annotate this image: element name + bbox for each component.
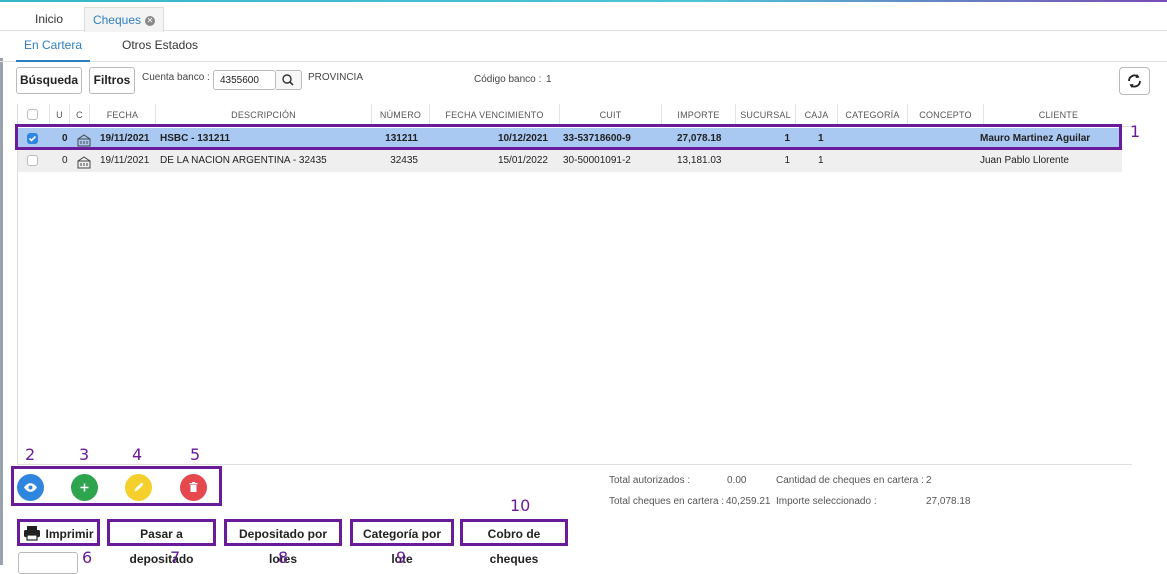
top-accent-line: [0, 0, 1167, 2]
cuenta-banco-input[interactable]: 4355600: [213, 70, 276, 90]
cuenta-banco-label: Cuenta banco :: [142, 72, 210, 83]
plus-icon: [80, 483, 89, 492]
cell-fecha: 19/11/2021: [100, 155, 150, 166]
col-fecha-vencimiento[interactable]: FECHA VENCIMIENTO: [430, 104, 560, 126]
total-cartera-value: 40,259.21: [726, 496, 771, 507]
annotation-box-1: [15, 124, 1122, 150]
trash-icon: [189, 482, 198, 492]
codigo-banco-label: Código banco :: [474, 74, 542, 85]
col-u[interactable]: U: [50, 104, 70, 126]
cell-cuit: 30-50001091-2: [563, 155, 631, 166]
annotation-number-9: 9: [396, 548, 407, 567]
eye-icon: [24, 483, 37, 492]
annotation-number-6: 6: [82, 548, 93, 567]
imprimir-button[interactable]: Imprimir: [17, 519, 100, 546]
view-button[interactable]: [17, 474, 44, 501]
cantidad-cheques-value: 2: [926, 475, 932, 486]
importe-seleccionado-value: 27,078.18: [926, 496, 971, 507]
annotation-number-2: 2: [25, 445, 36, 464]
categoria-por-lote-button[interactable]: Categoría por lote: [350, 519, 454, 566]
cell-vencimiento: 15/01/2022: [497, 155, 548, 166]
col-fecha[interactable]: FECHA: [90, 104, 156, 126]
col-numero[interactable]: NÚMERO: [372, 104, 430, 126]
col-importe[interactable]: IMPORTE: [662, 104, 736, 126]
partial-button[interactable]: [18, 552, 78, 574]
annotation-number-1: 1: [1130, 122, 1141, 141]
table-row[interactable]: 0 19/11/2021 DE LA NACION ARGENTINA - 32…: [18, 150, 1122, 172]
search-icon: [282, 74, 294, 86]
annotation-number-10: 10: [510, 496, 531, 515]
cheque-icon: [77, 150, 91, 172]
annotation-number-8: 8: [278, 548, 289, 567]
cheques-grid: U C FECHA DESCRIPCIÓN NÚMERO FECHA VENCI…: [17, 104, 1133, 464]
cantidad-cheques-label: Cantidad de cheques en cartera :: [776, 475, 924, 486]
col-descripcion[interactable]: DESCRIPCIÓN: [156, 104, 372, 126]
edit-button[interactable]: [125, 474, 152, 501]
total-cartera-label: Total cheques en cartera :: [609, 496, 725, 507]
subtabs: En Cartera Otros Estados: [0, 31, 1167, 62]
refresh-button[interactable]: [1119, 67, 1150, 95]
col-caja[interactable]: CAJA: [796, 104, 838, 126]
pasar-a-depositado-button[interactable]: Pasar a depositado: [107, 519, 216, 566]
refresh-icon: [1128, 74, 1141, 88]
tab-cheques[interactable]: Cheques ✕: [84, 7, 164, 32]
importe-seleccionado-label: Importe seleccionado :: [776, 496, 877, 507]
depositado-por-lotes-button[interactable]: Depositado por lotes: [224, 519, 342, 566]
total-autorizados-value: 0.00: [727, 475, 747, 486]
banco-name: PROVINCIA: [308, 72, 364, 83]
pencil-icon: [134, 482, 144, 492]
col-c[interactable]: C: [70, 104, 90, 126]
tab-inicio[interactable]: Inicio: [14, 7, 84, 31]
cell-importe: 13,181.03: [677, 155, 722, 166]
filtros-button[interactable]: Filtros: [89, 67, 135, 94]
delete-button[interactable]: [180, 474, 207, 501]
tab-cheques-label: Cheques: [92, 13, 142, 27]
imprimir-label: Imprimir: [45, 527, 94, 541]
col-cuit[interactable]: CUIT: [560, 104, 662, 126]
col-categoria[interactable]: CATEGORÍA: [838, 104, 908, 126]
busqueda-button[interactable]: Búsqueda: [16, 67, 82, 94]
total-autorizados-label: Total autorizados :: [609, 475, 691, 486]
grid-bottom-border: [17, 464, 1132, 465]
printer-icon: [24, 526, 41, 541]
cell-descripcion: DE LA NACION ARGENTINA - 32435: [160, 155, 327, 166]
cobro-de-cheques-button[interactable]: Cobro de cheques: [460, 519, 568, 566]
subtab-otros-estados[interactable]: Otros Estados: [112, 31, 208, 60]
close-icon[interactable]: ✕: [145, 15, 156, 26]
header-select-all[interactable]: [18, 104, 50, 126]
main-tabs: Inicio Cheques ✕: [0, 3, 1167, 32]
codigo-banco-value: 1: [546, 74, 552, 85]
add-button[interactable]: [71, 474, 98, 501]
left-edge-rule: [0, 58, 3, 565]
annotation-number-7: 7: [170, 548, 181, 567]
annotation-number-5: 5: [190, 445, 201, 464]
cell-sucursal: 1: [784, 155, 790, 166]
col-concepto[interactable]: CONCEPTO: [908, 104, 984, 126]
col-sucursal[interactable]: SUCURSAL: [736, 104, 796, 126]
annotation-number-3: 3: [79, 445, 90, 464]
search-button[interactable]: [276, 70, 302, 90]
cell-u: 0: [62, 155, 68, 166]
cell-caja: 1: [818, 155, 824, 166]
annotation-number-4: 4: [132, 445, 143, 464]
cell-numero: 32435: [390, 155, 418, 166]
subtab-en-cartera[interactable]: En Cartera: [16, 31, 90, 62]
header-checkbox[interactable]: [27, 109, 38, 120]
col-cliente[interactable]: CLIENTE: [984, 104, 1133, 126]
row-checkbox[interactable]: [27, 155, 38, 166]
cell-cliente: Juan Pablo Llorente: [980, 155, 1069, 166]
